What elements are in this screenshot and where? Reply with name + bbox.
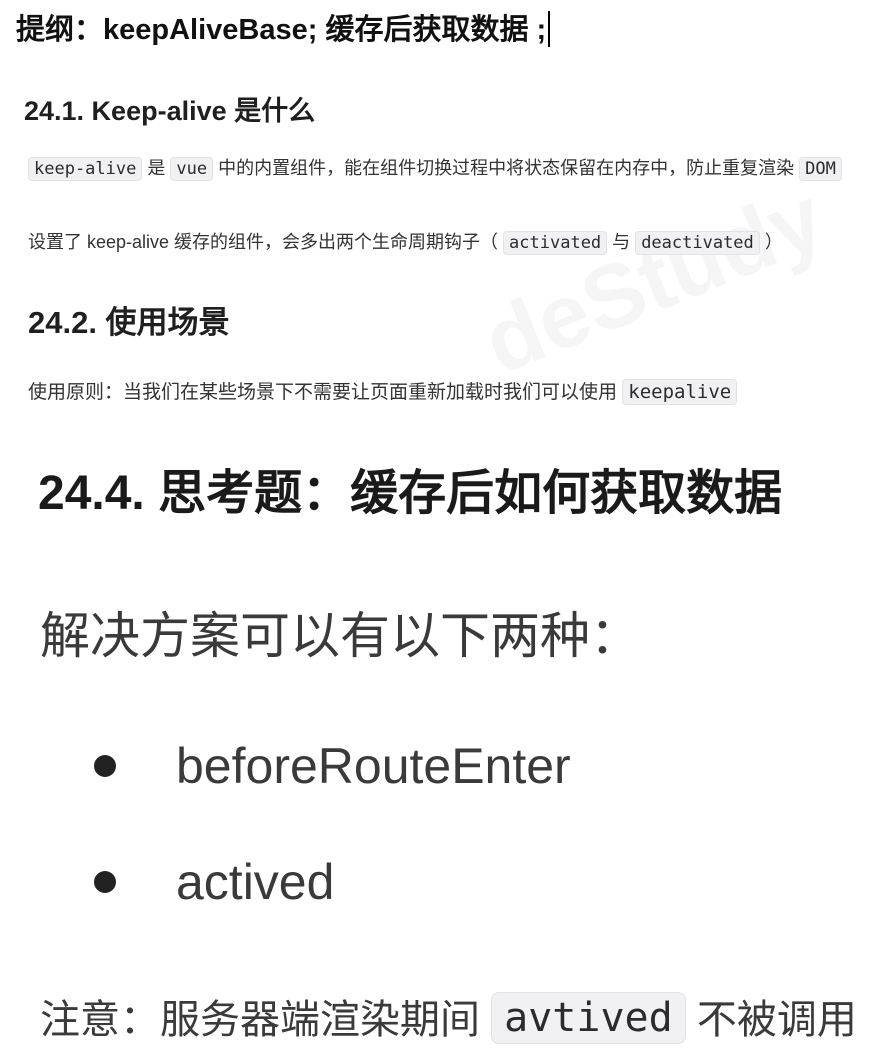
text-caret: [548, 11, 551, 47]
text-segment: 设置了 keep-alive 缓存的组件，会多出两个生命周期钩子（: [28, 232, 504, 252]
section-24-4-heading: 24.4. 思考题：缓存后如何获取数据: [38, 467, 783, 520]
text-segment: 注意：服务器端渲染期间: [40, 998, 492, 1042]
text-segment: 中的内置组件，能在组件切换过程中将状态保留在内存中，防止重复渲染: [213, 158, 800, 178]
text-segment: ）: [759, 232, 783, 252]
outline-title-text: 提纲：keepAliveBase; 缓存后获取数据 ;: [16, 14, 547, 46]
inline-code-vue: vue: [170, 157, 214, 181]
inline-code-keepalive: keepalive: [622, 379, 738, 405]
section-24-1-paragraph-2: 设置了 keep-alive 缓存的组件，会多出两个生命周期钩子（ activa…: [28, 229, 783, 256]
section-24-1-heading: 24.1. Keep-alive 是什么: [24, 96, 316, 126]
text-segment: 使用原则：当我们在某些场景下不需要让页面重新加载时我们可以使用: [28, 382, 623, 403]
section-24-1-paragraph-1: keep-alive 是 vue 中的内置组件，能在组件切换过程中将状态保留在内…: [28, 155, 842, 182]
section-24-4-intro: 解决方案可以有以下两种：: [40, 608, 640, 664]
outline-title[interactable]: 提纲：keepAliveBase; 缓存后获取数据 ;: [16, 10, 551, 50]
inline-code-activated: activated: [503, 231, 608, 255]
text-segment: 是: [142, 158, 171, 178]
inline-code-deactivated: deactivated: [635, 231, 760, 255]
watermark: deStudy: [470, 167, 838, 396]
text-segment: 不被调用: [685, 998, 857, 1042]
inline-code-avtived: avtived: [491, 992, 686, 1044]
inline-code-dom: DOM: [799, 157, 842, 181]
text-segment: 与: [607, 232, 636, 252]
section-24-2-heading: 24.2. 使用场景: [28, 305, 230, 340]
bullet-dot-icon: [94, 755, 116, 777]
bullet-dot-icon: [94, 871, 116, 893]
list-item: actived: [176, 854, 335, 910]
list-item: beforeRouteEnter: [176, 738, 571, 794]
section-24-2-paragraph: 使用原则：当我们在某些场景下不需要让页面重新加载时我们可以使用 keepaliv…: [28, 379, 738, 406]
section-24-4-note: 注意：服务器端渲染期间 avtived 不被调用: [40, 986, 857, 1052]
inline-code-keep-alive: keep-alive: [28, 157, 143, 181]
